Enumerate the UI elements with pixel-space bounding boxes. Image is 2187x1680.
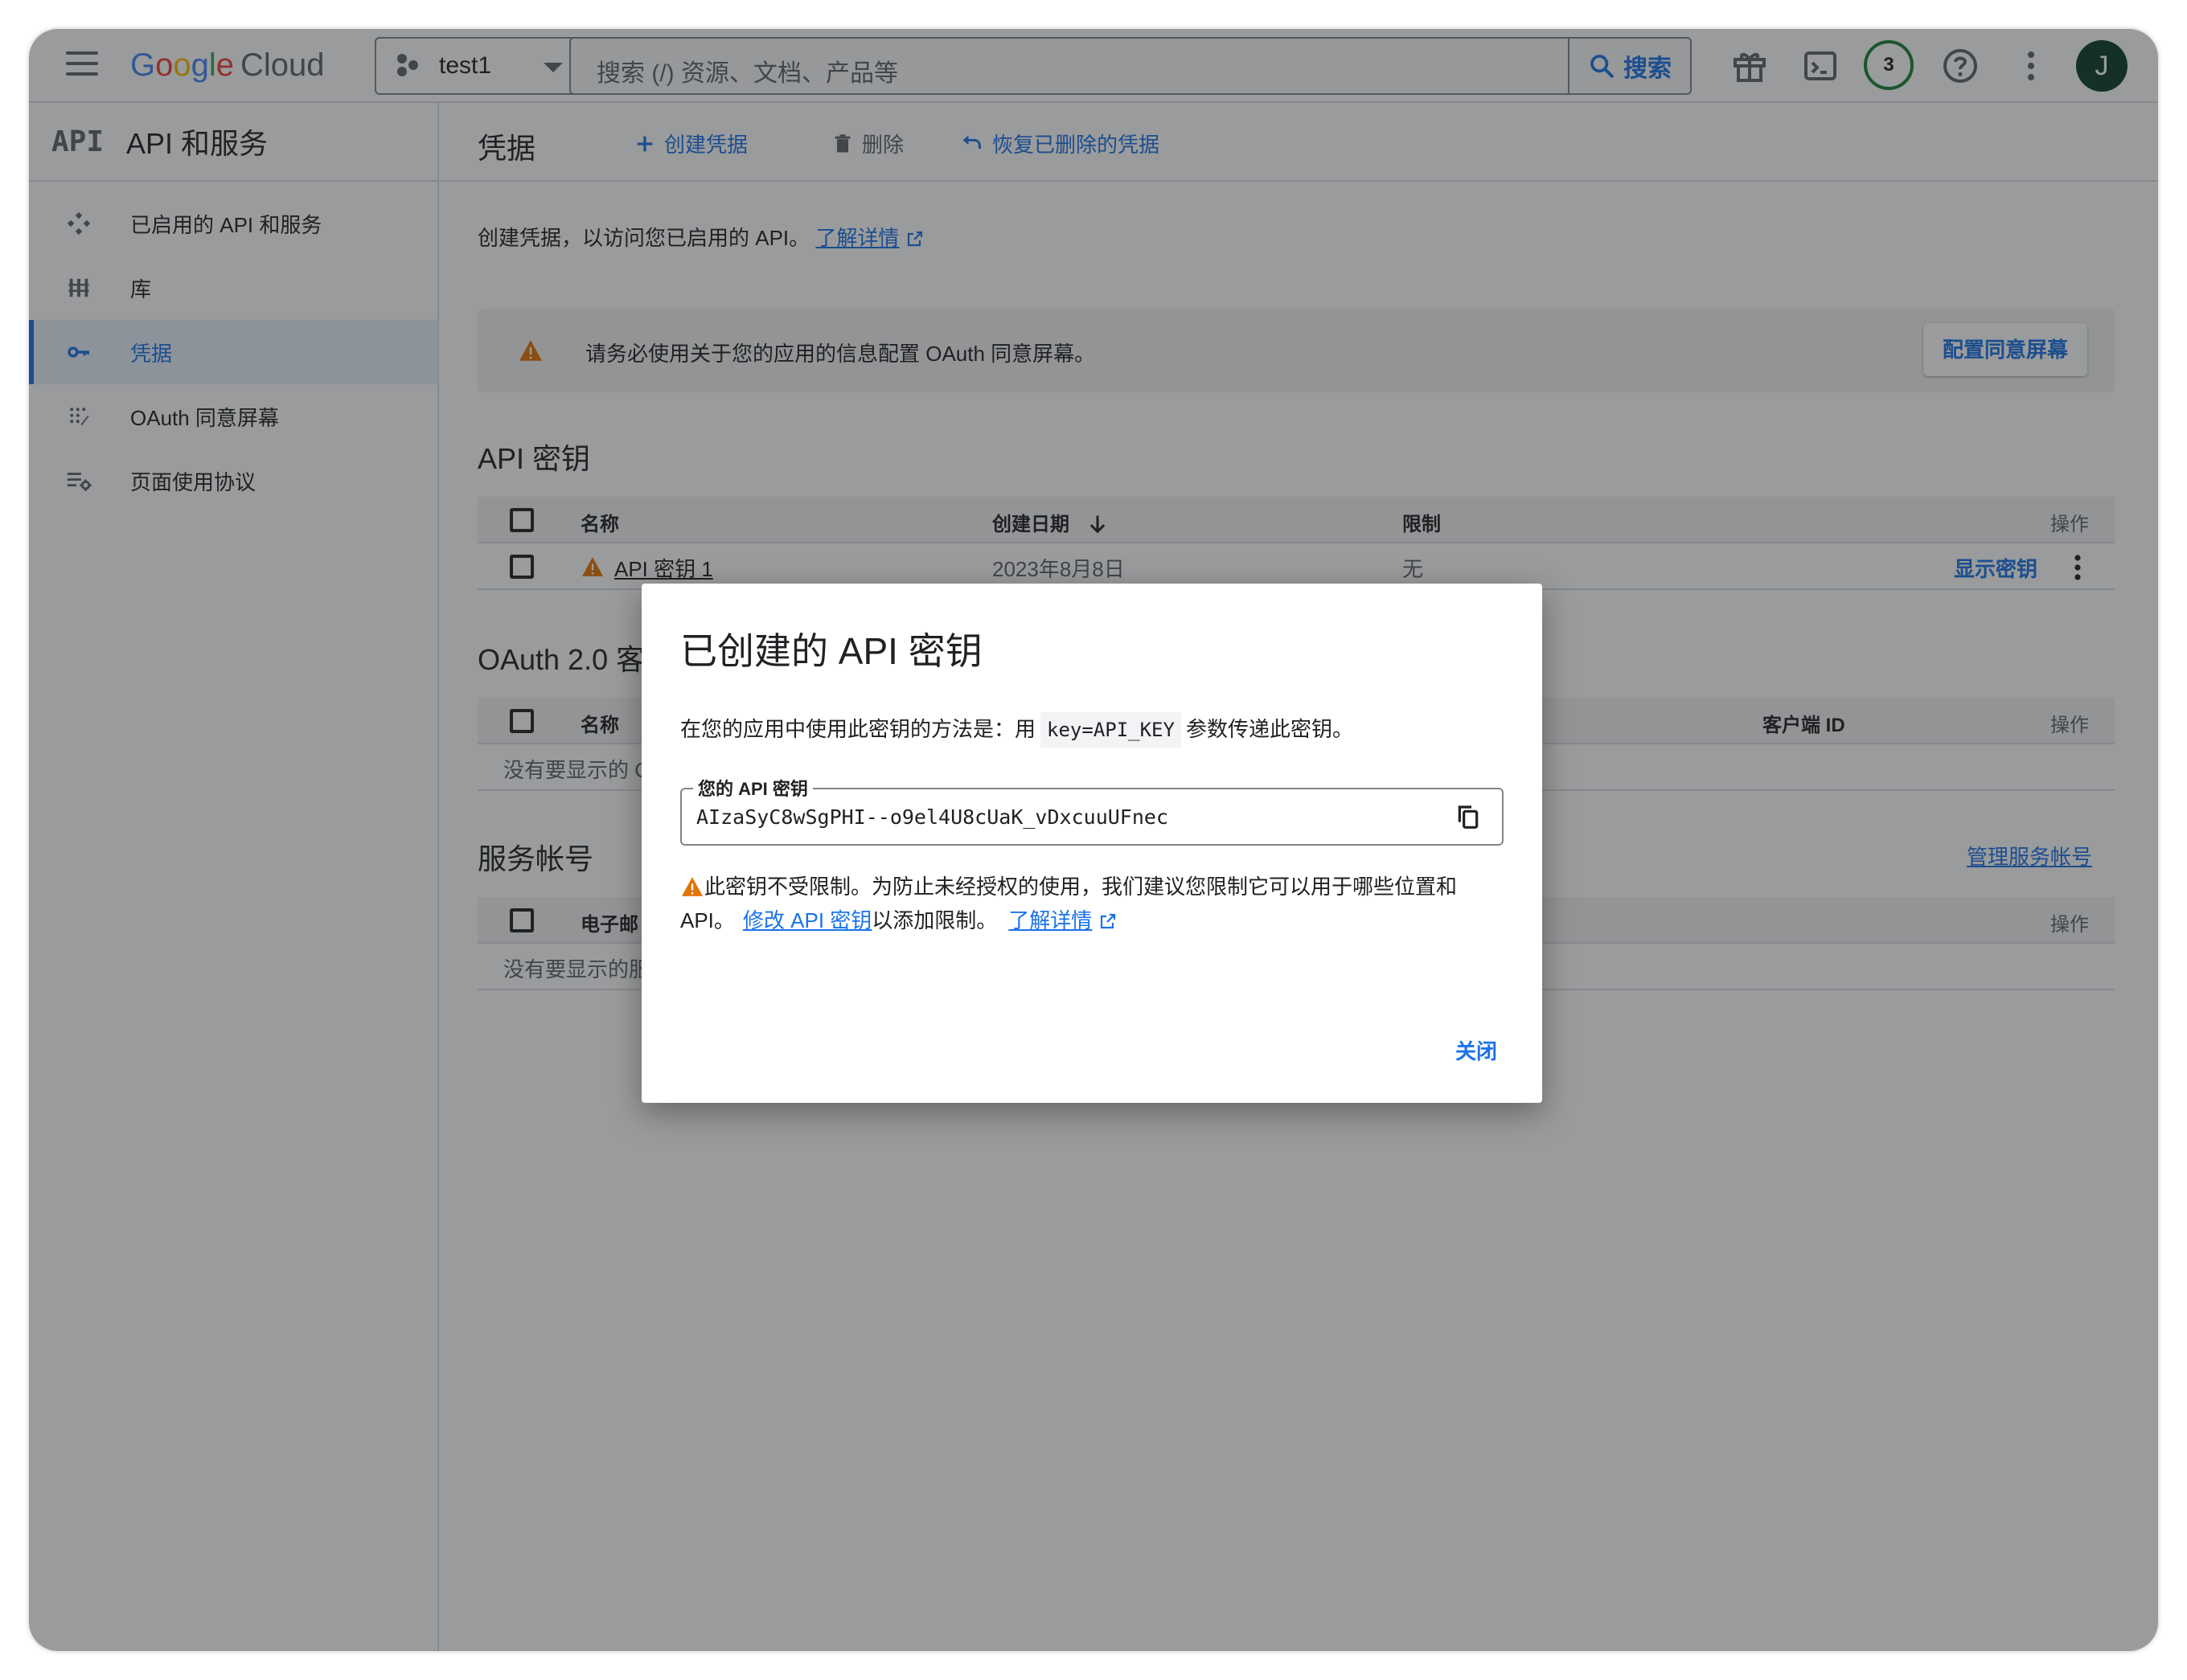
learn-more-link[interactable]: 了解详情 [1008,908,1092,932]
api-key-created-dialog: 已创建的 API 密钥 在您的应用中使用此密钥的方法是：用 key=API_KEY… [642,584,1542,1103]
close-button[interactable]: 关闭 [1455,1035,1497,1065]
edit-api-key-link[interactable]: 修改 API 密钥 [743,908,872,932]
unrestricted-key-warning: 此密钥不受限制。为防止未经授权的使用，我们建议您限制它可以用于哪些位置和 API… [680,875,1458,932]
api-key-value[interactable]: AIzaSyC8wSgPHI--o9el4U8cUaK_vDxcuuUFnec [696,805,1168,829]
external-link-icon [1100,913,1115,929]
dialog-title: 已创建的 API 密钥 [680,630,983,672]
key-param-code: key=API_KEY [1040,712,1181,748]
copy-icon[interactable] [1455,804,1481,830]
dialog-description: 在您的应用中使用此密钥的方法是：用 key=API_KEY 参数传递此密钥。 [680,712,1353,748]
api-key-field[interactable]: 您的 API 密钥 AIzaSyC8wSgPHI--o9el4U8cUaK_vD… [680,775,1504,846]
warning-icon [682,877,703,896]
api-key-field-label: 您的 API 密钥 [693,775,813,801]
browser-window: Google Cloud test1 搜索 (/) 资源、文档、产品等 搜索 3 … [29,29,2158,1651]
